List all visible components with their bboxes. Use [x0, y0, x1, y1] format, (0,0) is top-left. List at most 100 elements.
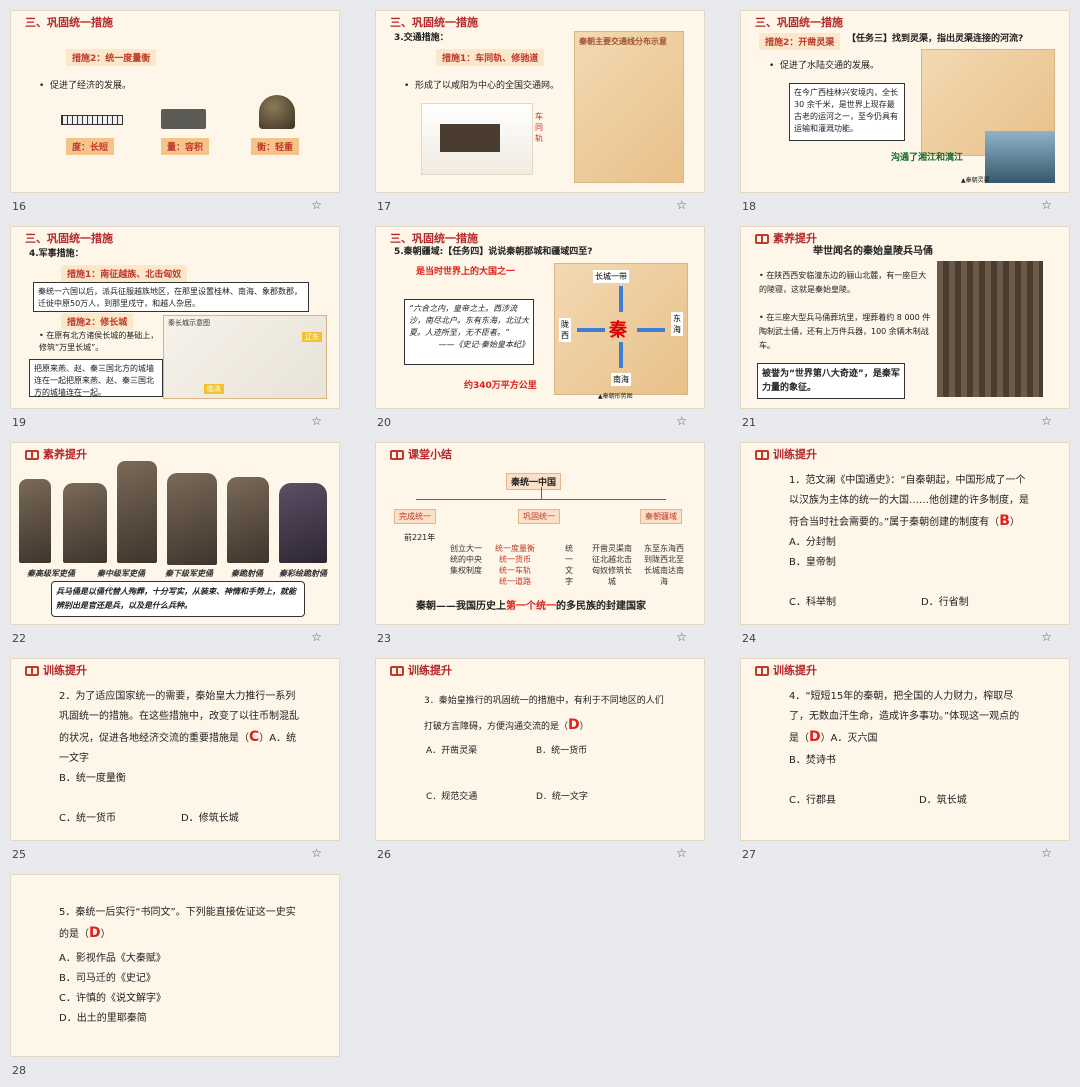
option-b: B．焚诗书: [789, 755, 836, 766]
slide-thumb-28[interactable]: 5．秦统一后实行“书同文”。下列能直接佐证这一史实的是（D） A．影视作品《大秦…: [10, 874, 340, 1087]
slide-25[interactable]: 训练提升 2．为了适应国家统一的需要，秦始皇大力推行一系列巩固统一的措施。在这些…: [10, 658, 340, 841]
slide-thumb-21[interactable]: 素养提升 举世闻名的秦始皇陵兵马俑 • 在陕西西安临潼东边的骊山北麓，有一座巨大…: [740, 226, 1070, 439]
book-icon: [25, 666, 39, 676]
transport-map: 秦朝主要交通线分布示意: [574, 31, 684, 183]
slide-title: 训练提升: [755, 662, 817, 678]
col-4: 开凿灵渠南征北越北击匈奴修筑长城: [592, 544, 632, 586]
answer: B: [999, 513, 1010, 529]
slide-thumb-26[interactable]: 训练提升 3．秦始皇推行的巩固统一的措施中，有利于不同地区的人们打破方言障碍，方…: [375, 658, 705, 871]
slide-thumb-17[interactable]: 三、巩固统一措施 3.交通措施： 措施1：车同轨、修驰道 • 形成了以咸阳为中心…: [375, 10, 705, 223]
option-b: B．司马迁的《史记》: [59, 973, 156, 984]
slide-number: 27: [742, 848, 756, 861]
col-5: 东至东海西到陇西北至长城南达南海: [644, 544, 684, 586]
option-c: C．行郡县: [789, 795, 836, 806]
warrior-figure-1: [19, 479, 51, 563]
answer: D: [809, 729, 821, 745]
info-box-2: 把原来燕、赵、秦三国北方的城墙连在一起把原来燕、赵、秦三国北方的城墙连在一起。: [29, 359, 163, 397]
bullet-2: • 在三座大型兵马俑葬坑里，埋葬着约 8 000 件陶制武士俑，还有上万件兵器，…: [759, 313, 931, 350]
warrior-figure-2: [63, 483, 107, 563]
label-length: 度：长短: [66, 138, 115, 155]
star-icon[interactable]: ☆: [311, 846, 322, 860]
quote-box: “六合之内，皇帝之土。西涉流沙，南尽北户。东有东海，北过大夏。人迹所至，无不臣者…: [404, 299, 534, 365]
info-box: 在今广西桂林兴安境内，全长30 余千米，是世界上现存最古老的运河之一，至今仍具有…: [789, 83, 905, 141]
warrior-figure-5: [227, 477, 269, 563]
slide-title: 三、巩固统一措施: [390, 232, 478, 245]
slide-27[interactable]: 训练提升 4．“短短15年的秦朝，把全国的人力财力，榨取尽了，无数血汗生命，造成…: [740, 658, 1070, 841]
book-icon: [755, 450, 769, 460]
col-1: 创立大一统的中央集权制度: [450, 544, 482, 575]
caption-5: 秦彩绘跪射俑: [279, 569, 327, 578]
slide-16[interactable]: 三、巩固统一措施 措施2：统一度量衡 • 促进了经济的发展。 度：长短 量：容积…: [10, 10, 340, 193]
star-icon[interactable]: ☆: [676, 630, 687, 644]
measure-tag: 措施2：统一度量衡: [66, 49, 157, 66]
star-icon[interactable]: ☆: [1041, 198, 1052, 212]
caption-3: 秦下级军吏俑: [165, 569, 213, 578]
slide-thumb-16[interactable]: 三、巩固统一措施 措施2：统一度量衡 • 促进了经济的发展。 度：长短 量：容积…: [10, 10, 340, 223]
slide-24[interactable]: 训练提升 1．范文澜《中国通史》：“自秦朝起，中国形成了一个以汉族为主体的统一的…: [740, 442, 1070, 625]
slide-thumb-24[interactable]: 训练提升 1．范文澜《中国通史》：“自秦朝起，中国形成了一个以汉族为主体的统一的…: [740, 442, 1070, 655]
star-icon[interactable]: ☆: [676, 198, 687, 212]
slide-thumb-23[interactable]: 课堂小结 秦统一中国 完成统一 巩固统一 秦朝疆域 前221年 创立大一统的中央…: [375, 442, 705, 655]
slide-28[interactable]: 5．秦统一后实行“书同文”。下列能直接佐证这一史实的是（D） A．影视作品《大秦…: [10, 874, 340, 1057]
slide-thumb-20[interactable]: 三、巩固统一措施 5.秦朝疆域:【任务四】说说秦朝郡城和疆域四至? 是当时世界上…: [375, 226, 705, 439]
option-a: A．影视作品《大秦赋》: [59, 953, 166, 964]
star-icon[interactable]: ☆: [1041, 414, 1052, 428]
caption-2: 秦中级军吏俑: [97, 569, 145, 578]
star-icon[interactable]: ☆: [311, 630, 322, 644]
tree-connector: [541, 487, 542, 499]
slide-number: 23: [377, 632, 391, 645]
slide-thumb-25[interactable]: 训练提升 2．为了适应国家统一的需要，秦始皇大力推行一系列巩固统一的措施。在这些…: [10, 658, 340, 871]
canal-answer: 沟通了湘江和漓江: [891, 153, 964, 163]
slide-17[interactable]: 三、巩固统一措施 3.交通措施： 措施1：车同轨、修驰道 • 形成了以咸阳为中心…: [375, 10, 705, 193]
option-b: B．统一度量衡: [59, 773, 126, 784]
slide-23[interactable]: 课堂小结 秦统一中国 完成统一 巩固统一 秦朝疆域 前221年 创立大一统的中央…: [375, 442, 705, 625]
quote-text: “六合之内，皇帝之土。西涉流沙，南尽北户。东有东海，北过大夏。人迹所至，无不臣者…: [409, 304, 529, 337]
warrior-figure-4: [167, 473, 217, 565]
slide-18[interactable]: 三、巩固统一措施 措施2：开凿灵渠 【任务三】找到灵渠，指出灵渠连接的河流? •…: [740, 10, 1070, 193]
slide-22[interactable]: 素养提升 秦高级军吏俑 秦中级军吏俑 秦下级军吏俑 秦跪射俑 秦彩绘跪射俑 兵马…: [10, 442, 340, 625]
quote-source: ——《史记·秦始皇本纪》: [438, 340, 529, 349]
tree-connector: [416, 499, 666, 500]
slide-title: 三、巩固统一措施: [25, 16, 113, 29]
label-volume: 量：容积: [161, 138, 210, 155]
bullet: • 在原有北方诸侯长城的基础上，修筑“万里长城”。: [39, 331, 159, 352]
star-icon[interactable]: ☆: [311, 414, 322, 428]
slide-title: 课堂小结: [390, 446, 452, 462]
map-title: 秦长城示意图: [168, 319, 210, 327]
measure-tag-2: 措施2：修长城: [61, 313, 134, 330]
bullet: • 促进了水陆交通的发展。: [769, 61, 880, 71]
caption-4: 秦跪射俑: [231, 569, 263, 578]
arrow-west-icon: [577, 328, 605, 332]
slide-26[interactable]: 训练提升 3．秦始皇推行的巩固统一的措施中，有利于不同地区的人们打破方言障碍，方…: [375, 658, 705, 841]
ruler-image: [61, 115, 123, 125]
star-icon[interactable]: ☆: [1041, 846, 1052, 860]
star-icon[interactable]: ☆: [676, 846, 687, 860]
slide-19[interactable]: 三、巩固统一措施 4.军事措施： 措施1：南征越族、北击匈奴 秦统一六国以后，派…: [10, 226, 340, 409]
answer: D: [568, 717, 580, 733]
book-icon: [755, 234, 769, 244]
slide-number: 18: [742, 200, 756, 213]
slide-number: 19: [12, 416, 26, 429]
carriage-caption: 车同轨: [535, 112, 543, 143]
star-icon[interactable]: ☆: [311, 198, 322, 212]
heading: 举世闻名的秦始皇陵兵马俑: [813, 246, 933, 257]
slide-thumb-27[interactable]: 训练提升 4．“短短15年的秦朝，把全国的人力财力，榨取尽了，无数血汗生命，造成…: [740, 658, 1070, 871]
slide-20[interactable]: 三、巩固统一措施 5.秦朝疆域:【任务四】说说秦朝郡城和疆域四至? 是当时世界上…: [375, 226, 705, 409]
dir-south: 南海: [611, 373, 631, 386]
star-icon[interactable]: ☆: [676, 414, 687, 428]
summary-line: 秦朝——我国历史上第一个统一的多民族的封建国家: [416, 601, 646, 612]
answer: D: [89, 925, 101, 941]
slide-thumb-22[interactable]: 素养提升 秦高级军吏俑 秦中级军吏俑 秦下级军吏俑 秦跪射俑 秦彩绘跪射俑 兵马…: [10, 442, 340, 655]
star-icon[interactable]: ☆: [1041, 630, 1052, 644]
great-wall-map: 秦长城示意图 辽东 临洮: [163, 315, 327, 399]
warrior-figure-3: [117, 461, 157, 563]
slide-21[interactable]: 素养提升 举世闻名的秦始皇陵兵马俑 • 在陕西西安临潼东边的骊山北麓，有一座巨大…: [740, 226, 1070, 409]
slide-thumb-18[interactable]: 三、巩固统一措施 措施2：开凿灵渠 【任务三】找到灵渠，指出灵渠连接的河流? •…: [740, 10, 1070, 223]
warrior-figure-6: [279, 483, 327, 563]
book-icon: [755, 666, 769, 676]
slide-title: 素养提升: [755, 230, 817, 246]
canal-photo: [985, 131, 1055, 183]
slide-thumb-19[interactable]: 三、巩固统一措施 4.军事措施： 措施1：南征越族、北击匈奴 秦统一六国以后，派…: [10, 226, 340, 439]
book-icon: [390, 450, 404, 460]
info-box: 被誉为“世界第八大奇迹”，是秦军力量的象征。: [757, 363, 905, 399]
